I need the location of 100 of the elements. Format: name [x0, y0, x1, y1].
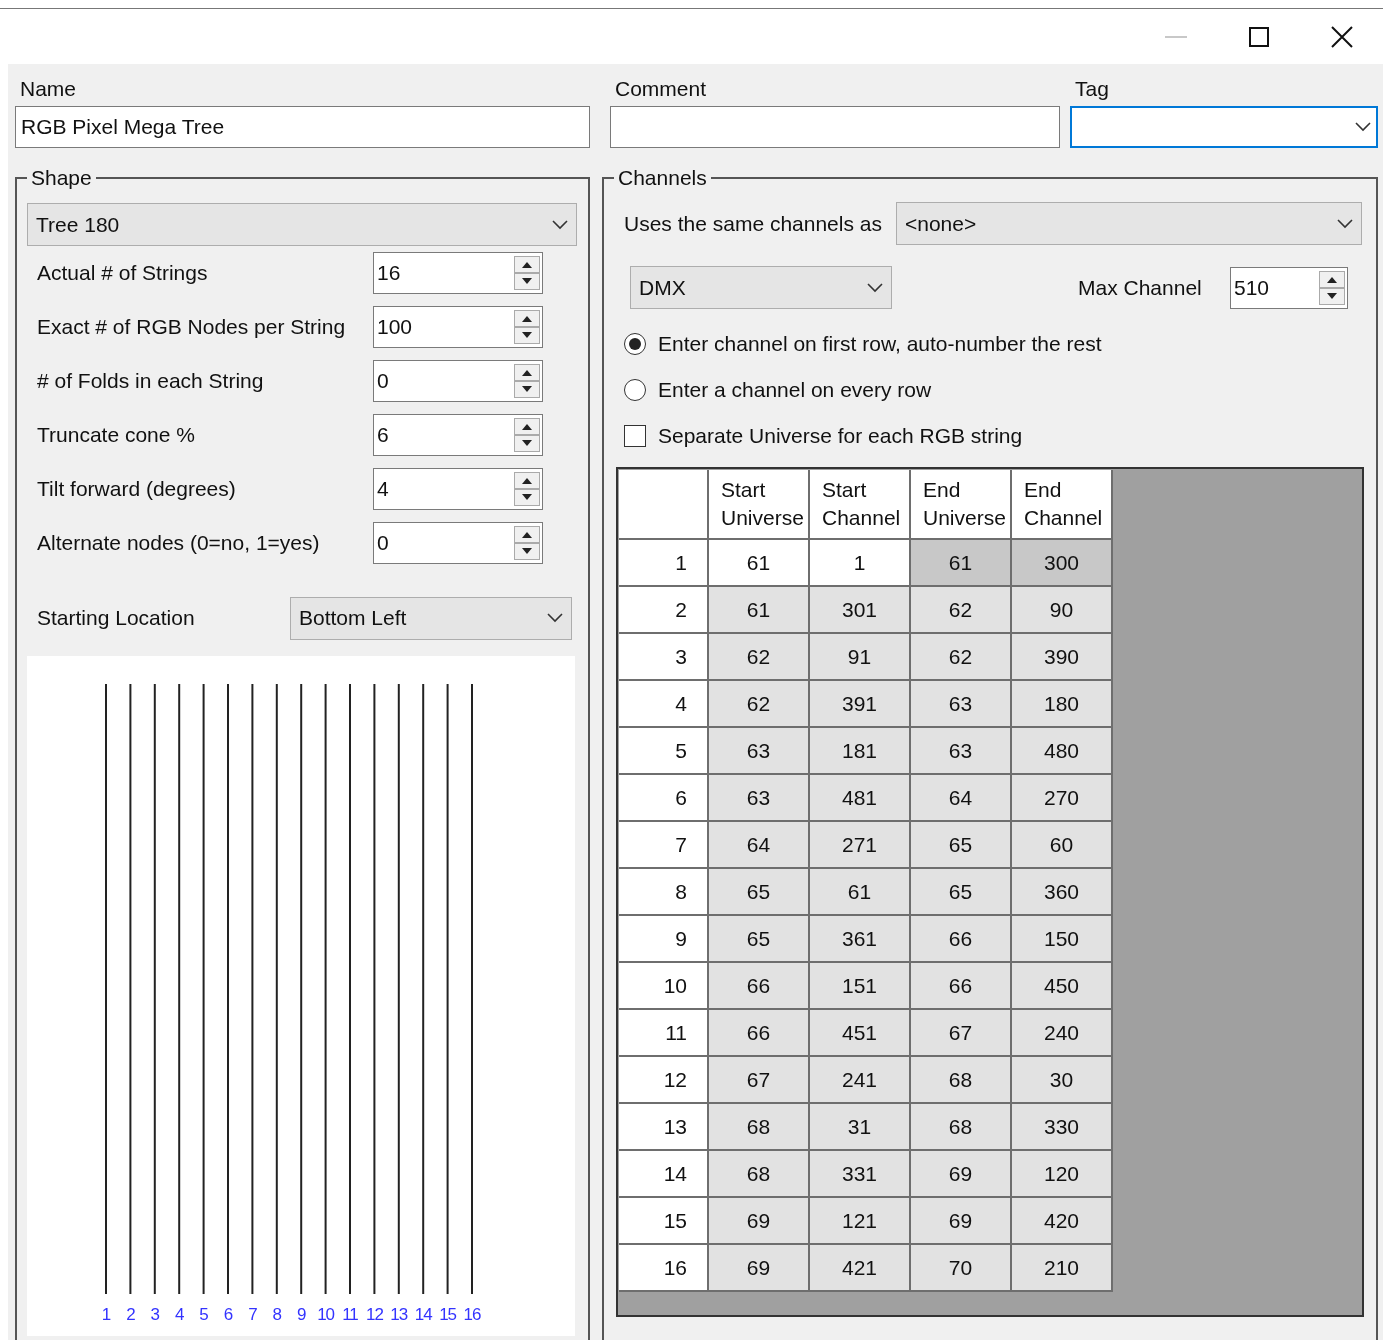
table-cell[interactable]: 300: [1011, 539, 1112, 586]
row-header[interactable]: 11: [619, 1009, 708, 1056]
table-cell[interactable]: 63: [708, 727, 809, 774]
table-cell[interactable]: 180: [1011, 680, 1112, 727]
table-cell[interactable]: 70: [910, 1244, 1011, 1291]
table-cell[interactable]: 68: [910, 1056, 1011, 1103]
table-cell[interactable]: 90: [1011, 586, 1112, 633]
table-cell[interactable]: 210: [1011, 1244, 1112, 1291]
shape-dropdown[interactable]: Tree 180: [27, 203, 577, 246]
row-header[interactable]: 6: [619, 774, 708, 821]
row-header[interactable]: 8: [619, 868, 708, 915]
number-field[interactable]: 6: [373, 414, 543, 456]
location-dropdown[interactable]: Bottom Left: [290, 596, 572, 640]
table-cell[interactable]: 1: [809, 539, 910, 586]
table-cell[interactable]: 61: [809, 868, 910, 915]
table-cell[interactable]: 271: [809, 821, 910, 868]
number-field[interactable]: 0: [373, 360, 543, 402]
table-cell[interactable]: 240: [1011, 1009, 1112, 1056]
table-cell[interactable]: 421: [809, 1244, 910, 1291]
table-cell[interactable]: 30: [1011, 1056, 1112, 1103]
spin-arrows-icon[interactable]: [514, 310, 540, 344]
table-cell[interactable]: 62: [910, 586, 1011, 633]
table-cell[interactable]: 61: [708, 539, 809, 586]
table-cell[interactable]: 331: [809, 1150, 910, 1197]
table-cell[interactable]: 69: [708, 1197, 809, 1244]
spin-arrows-icon[interactable]: [514, 472, 540, 506]
table-cell[interactable]: 301: [809, 586, 910, 633]
table-cell[interactable]: 181: [809, 727, 910, 774]
checkbox[interactable]: [624, 425, 646, 447]
row-header[interactable]: 5: [619, 727, 708, 774]
table-cell[interactable]: 390: [1011, 633, 1112, 680]
row-header[interactable]: 7: [619, 821, 708, 868]
row-header[interactable]: 9: [619, 915, 708, 962]
number-field[interactable]: 100: [373, 306, 543, 348]
column-header[interactable]: End Universe: [910, 470, 1011, 539]
table-cell[interactable]: 120: [1011, 1150, 1112, 1197]
maximize-icon[interactable]: [1249, 26, 1269, 47]
table-cell[interactable]: 69: [910, 1197, 1011, 1244]
spin-arrows-icon[interactable]: [514, 364, 540, 398]
text-field[interactable]: [610, 106, 1060, 148]
table-cell[interactable]: 361: [809, 915, 910, 962]
spin-arrows-icon[interactable]: [514, 418, 540, 452]
table-cell[interactable]: 481: [809, 774, 910, 821]
row-header[interactable]: 15: [619, 1197, 708, 1244]
table-cell[interactable]: 66: [708, 962, 809, 1009]
number-field[interactable]: 16: [373, 252, 543, 294]
table-cell[interactable]: 66: [910, 962, 1011, 1009]
table-cell[interactable]: 64: [708, 821, 809, 868]
table-cell[interactable]: 68: [910, 1103, 1011, 1150]
tag-dropdown[interactable]: [1070, 106, 1378, 148]
table-cell[interactable]: 62: [708, 680, 809, 727]
row-header[interactable]: 2: [619, 586, 708, 633]
channels-source-dropdown[interactable]: <none>: [895, 202, 1362, 245]
text-field[interactable]: RGB Pixel Mega Tree: [15, 106, 590, 148]
table-cell[interactable]: 270: [1011, 774, 1112, 821]
table-cell[interactable]: 150: [1011, 915, 1112, 962]
table-cell[interactable]: 61: [910, 539, 1011, 586]
table-cell[interactable]: 65: [910, 821, 1011, 868]
table-cell[interactable]: 67: [910, 1009, 1011, 1056]
table-cell[interactable]: 480: [1011, 727, 1112, 774]
table-cell[interactable]: 241: [809, 1056, 910, 1103]
row-header[interactable]: 13: [619, 1103, 708, 1150]
table-cell[interactable]: 69: [910, 1150, 1011, 1197]
column-header[interactable]: Start Universe: [708, 470, 809, 539]
row-header[interactable]: 10: [619, 962, 708, 1009]
table-cell[interactable]: 65: [708, 915, 809, 962]
table-cell[interactable]: 63: [708, 774, 809, 821]
number-field[interactable]: 510: [1230, 266, 1348, 309]
table-cell[interactable]: 66: [910, 915, 1011, 962]
row-header[interactable]: 4: [619, 680, 708, 727]
table-cell[interactable]: 66: [708, 1009, 809, 1056]
protocol-dropdown[interactable]: DMX: [630, 266, 892, 309]
spin-arrows-icon[interactable]: [514, 526, 540, 560]
table-cell[interactable]: 65: [910, 868, 1011, 915]
column-header[interactable]: Start Channel: [809, 470, 910, 539]
table-cell[interactable]: 68: [708, 1103, 809, 1150]
spin-arrows-icon[interactable]: [514, 256, 540, 290]
table-cell[interactable]: 451: [809, 1009, 910, 1056]
table-cell[interactable]: 69: [708, 1244, 809, 1291]
table-cell[interactable]: 91: [809, 633, 910, 680]
table-cell[interactable]: 62: [910, 633, 1011, 680]
table-cell[interactable]: 151: [809, 962, 910, 1009]
row-header[interactable]: 3: [619, 633, 708, 680]
table-cell[interactable]: 61: [708, 586, 809, 633]
number-field[interactable]: 0: [373, 522, 543, 564]
table-cell[interactable]: 391: [809, 680, 910, 727]
table-cell[interactable]: 420: [1011, 1197, 1112, 1244]
row-header[interactable]: 16: [619, 1244, 708, 1291]
column-header[interactable]: End Channel: [1011, 470, 1112, 539]
table-cell[interactable]: 62: [708, 633, 809, 680]
table-cell[interactable]: 60: [1011, 821, 1112, 868]
table-cell[interactable]: 67: [708, 1056, 809, 1103]
table-cell[interactable]: 121: [809, 1197, 910, 1244]
number-field[interactable]: 4: [373, 468, 543, 510]
table-cell[interactable]: 63: [910, 680, 1011, 727]
table-cell[interactable]: 360: [1011, 868, 1112, 915]
table-cell[interactable]: 330: [1011, 1103, 1112, 1150]
row-header[interactable]: 12: [619, 1056, 708, 1103]
radio-button[interactable]: [624, 333, 646, 355]
table-cell[interactable]: 65: [708, 868, 809, 915]
